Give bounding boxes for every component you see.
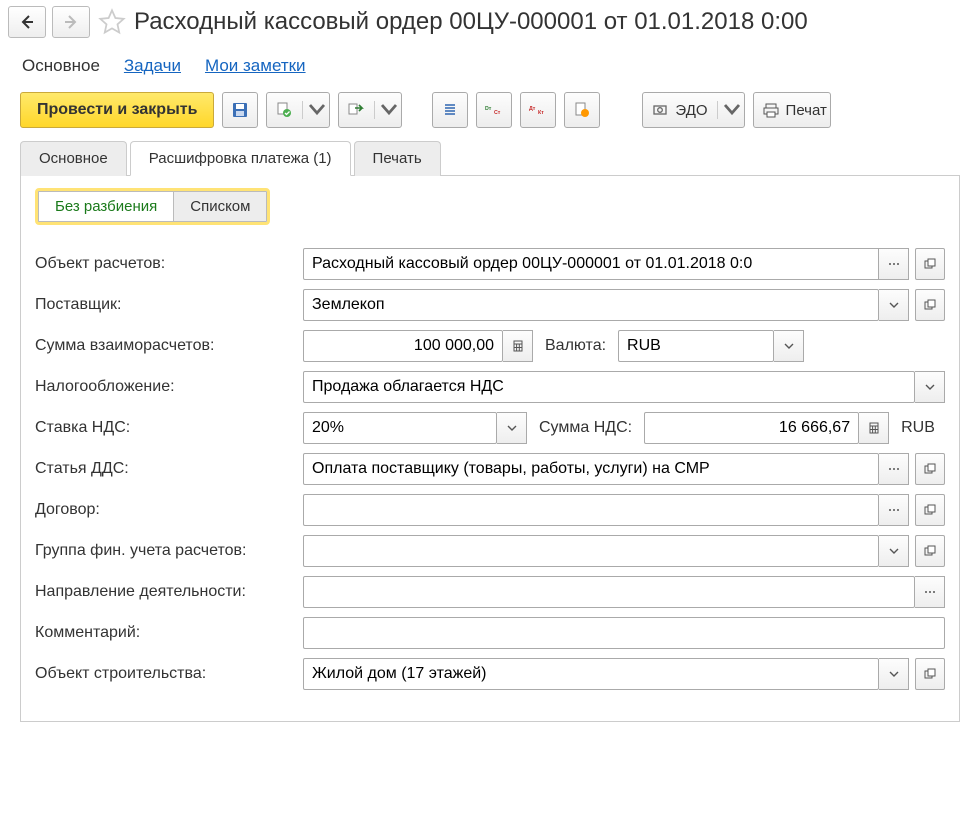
ellipsis-button[interactable] xyxy=(879,494,909,526)
open-icon xyxy=(924,545,936,557)
printer-icon xyxy=(762,101,780,119)
vat-sum-field[interactable] xyxy=(653,419,850,437)
label-activity: Направление деятельности: xyxy=(35,583,303,601)
supplier-field[interactable] xyxy=(312,296,870,314)
label-object-calc: Объект расчетов: xyxy=(35,255,303,273)
lines-icon xyxy=(441,101,459,119)
page-title: Расходный кассовый ордер 00ЦУ-000001 от … xyxy=(134,8,808,35)
label-vat-sum: Сумма НДС: xyxy=(539,419,632,437)
floppy-icon xyxy=(231,101,249,119)
calculator-button[interactable] xyxy=(503,330,533,362)
view-tab-tasks[interactable]: Задачи xyxy=(124,56,181,76)
ellipsis-button[interactable] xyxy=(915,576,945,608)
edo-icon xyxy=(651,101,669,119)
dds-field[interactable] xyxy=(312,460,870,478)
label-fin-group: Группа фин. учета расчетов: xyxy=(35,542,303,560)
report-button[interactable] xyxy=(432,92,468,128)
open-button[interactable] xyxy=(915,289,945,321)
label-currency: Валюта: xyxy=(545,337,606,355)
svg-text:Cт: Cт xyxy=(494,110,501,116)
open-icon xyxy=(924,258,936,270)
label-dds: Статья ДДС: xyxy=(35,460,303,478)
open-button[interactable] xyxy=(915,453,945,485)
label-settle-sum: Сумма взаиморасчетов: xyxy=(35,337,303,355)
fin-group-field[interactable] xyxy=(312,542,870,560)
edo-button[interactable]: ЭДО xyxy=(642,92,744,128)
construction-field[interactable] xyxy=(312,665,870,683)
open-button[interactable] xyxy=(915,658,945,690)
dtkt-icon: ДтКт xyxy=(529,101,547,119)
open-button[interactable] xyxy=(915,494,945,526)
calculator-button[interactable] xyxy=(859,412,889,444)
dtkt-button[interactable]: ДтКт xyxy=(520,92,556,128)
vat-sum-currency: RUB xyxy=(901,419,935,437)
based-on-icon xyxy=(347,101,365,119)
label-vat-rate: Ставка НДС: xyxy=(35,419,303,437)
open-button[interactable] xyxy=(915,248,945,280)
save-button[interactable] xyxy=(222,92,258,128)
label-supplier: Поставщик: xyxy=(35,296,303,314)
activity-field[interactable] xyxy=(312,583,906,601)
currency-field[interactable] xyxy=(627,337,765,355)
open-icon xyxy=(924,299,936,311)
svg-text:Dт: Dт xyxy=(485,106,492,112)
view-tab-main[interactable]: Основное xyxy=(22,56,100,76)
open-icon xyxy=(924,504,936,516)
object-calc-field[interactable] xyxy=(312,255,870,273)
basis-create-button[interactable] xyxy=(338,92,402,128)
dtcr-button[interactable]: DтCт xyxy=(476,92,512,128)
view-tab-notes[interactable]: Мои заметки xyxy=(205,56,306,76)
print-button[interactable]: Печат xyxy=(753,92,831,128)
taxation-field[interactable] xyxy=(312,378,906,396)
doc-tab-decipher[interactable]: Расшифровка платежа (1) xyxy=(130,141,351,176)
ellipsis-button[interactable] xyxy=(879,453,909,485)
dropdown-caret-icon[interactable] xyxy=(717,101,741,119)
vat-rate-field[interactable] xyxy=(312,419,488,437)
dtcr-icon: DтCт xyxy=(485,101,503,119)
favorite-star-icon[interactable] xyxy=(96,6,128,38)
label-construction: Объект строительства: xyxy=(35,665,303,683)
calculator-icon xyxy=(868,422,880,434)
dropdown-caret-button[interactable] xyxy=(879,289,909,321)
nav-forward-button[interactable] xyxy=(52,6,90,38)
dropdown-caret-button[interactable] xyxy=(879,535,909,567)
segment-no-split[interactable]: Без разбиения xyxy=(38,191,173,222)
nav-back-button[interactable] xyxy=(8,6,46,38)
post-button[interactable] xyxy=(266,92,330,128)
label-contract: Договор: xyxy=(35,501,303,519)
comment-field[interactable] xyxy=(312,624,936,642)
dropdown-caret-button[interactable] xyxy=(879,658,909,690)
dropdown-caret-icon[interactable] xyxy=(302,101,326,119)
post-and-close-label: Провести и закрыть xyxy=(37,101,197,119)
svg-text:Дт: Дт xyxy=(529,106,536,112)
doc-tab-main[interactable]: Основное xyxy=(20,141,127,176)
edo-label: ЭДО xyxy=(675,102,707,119)
doc-gear-icon xyxy=(573,101,591,119)
post-and-close-button[interactable]: Провести и закрыть xyxy=(20,92,214,128)
print-label: Печат xyxy=(786,102,827,119)
dropdown-caret-button[interactable] xyxy=(497,412,527,444)
segment-list[interactable]: Списком xyxy=(173,191,267,222)
doc-tab-print[interactable]: Печать xyxy=(354,141,441,176)
contract-field[interactable] xyxy=(312,501,870,519)
open-icon xyxy=(924,463,936,475)
dropdown-caret-button[interactable] xyxy=(774,330,804,362)
calculator-icon xyxy=(512,340,524,352)
open-button[interactable] xyxy=(915,535,945,567)
dropdown-caret-icon[interactable] xyxy=(374,101,398,119)
post-icon xyxy=(275,101,293,119)
open-icon xyxy=(924,668,936,680)
label-taxation: Налогообложение: xyxy=(35,378,303,396)
ellipsis-button[interactable] xyxy=(879,248,909,280)
settle-sum-field[interactable] xyxy=(312,337,494,355)
svg-text:Кт: Кт xyxy=(538,110,544,116)
label-comment: Комментарий: xyxy=(35,624,303,642)
dropdown-caret-button[interactable] xyxy=(915,371,945,403)
settings-button[interactable] xyxy=(564,92,600,128)
